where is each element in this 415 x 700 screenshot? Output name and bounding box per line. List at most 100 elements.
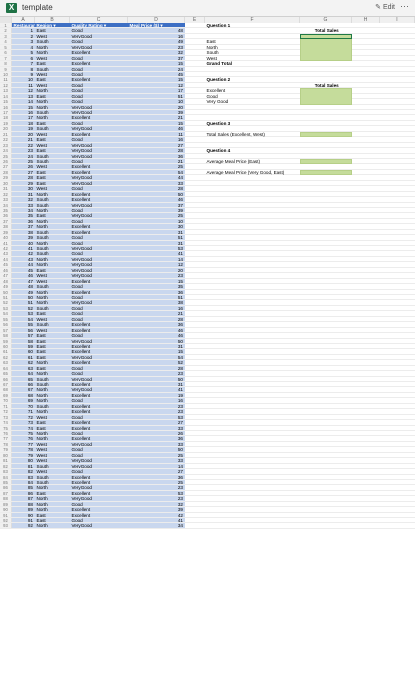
cell-restaurant[interactable]: 56 — [12, 327, 35, 333]
cell-region[interactable]: East — [35, 420, 70, 425]
cell-region[interactable]: East — [35, 28, 70, 33]
cell-restaurant[interactable]: 27 — [12, 169, 35, 175]
cell-meal-price[interactable]: 23 — [128, 485, 185, 490]
row-number[interactable]: 16 — [0, 104, 12, 110]
cell-quality-rating[interactable]: Good — [70, 333, 128, 338]
cell-meal-price[interactable]: 50 — [128, 191, 185, 197]
cell-quality-rating[interactable]: Excellent — [70, 50, 128, 55]
cell-restaurant[interactable]: 38 — [12, 229, 35, 235]
cell-restaurant[interactable]: 32 — [12, 197, 35, 202]
cell-restaurant[interactable]: 59 — [12, 343, 35, 349]
cell-quality-rating[interactable]: Good — [70, 305, 128, 311]
row-number[interactable]: 5 — [0, 44, 12, 50]
cell-quality-rating[interactable]: Excellent — [70, 349, 128, 354]
cell-region[interactable]: North — [35, 392, 70, 398]
cell-restaurant[interactable]: 8 — [12, 66, 35, 71]
cell-restaurant[interactable]: 39 — [12, 235, 35, 240]
cell-quality-rating[interactable]: Good — [70, 414, 128, 420]
cell-meal-price[interactable]: 38 — [128, 300, 185, 305]
cell-quality-rating[interactable]: Good — [70, 431, 128, 436]
cell-restaurant[interactable]: 66 — [12, 382, 35, 387]
cell-quality-rating[interactable]: VeryGood — [70, 523, 128, 528]
cell-meal-price[interactable]: 33 — [128, 458, 185, 463]
cell-meal-price[interactable]: 50 — [128, 447, 185, 452]
cell-restaurant[interactable]: 72 — [12, 414, 35, 420]
cell-meal-price[interactable]: 25 — [128, 164, 185, 169]
cell-quality-rating[interactable]: VeryGood — [70, 33, 128, 39]
question-2-label[interactable]: Very Good — [205, 99, 300, 104]
cell-meal-price[interactable]: 54 — [128, 169, 185, 175]
cell-quality-rating[interactable]: VeryGood — [70, 142, 128, 148]
cell-quality-rating[interactable]: VeryGood — [70, 180, 128, 186]
row-number[interactable]: 31 — [0, 186, 12, 191]
cell-quality-rating[interactable]: Excellent — [70, 169, 128, 175]
cell-restaurant[interactable]: 47 — [12, 278, 35, 284]
cell-quality-rating[interactable]: VeryGood — [70, 153, 128, 158]
cell-region[interactable]: North — [35, 256, 70, 262]
cell-region[interactable]: South — [35, 159, 70, 164]
row-number[interactable]: 85 — [0, 479, 12, 485]
row-number[interactable]: 56 — [0, 322, 12, 327]
cell-meal-price[interactable]: 33 — [128, 441, 185, 447]
cell-restaurant[interactable]: 55 — [12, 322, 35, 327]
more-dots-icon[interactable]: ··· — [400, 1, 409, 11]
cell-restaurant[interactable]: 42 — [12, 251, 35, 256]
cell-restaurant[interactable]: 49 — [12, 289, 35, 294]
cell-restaurant[interactable]: 65 — [12, 376, 35, 382]
cell-meal-price[interactable]: 12 — [128, 82, 185, 88]
cell-region[interactable]: North — [35, 262, 70, 267]
cell-restaurant[interactable]: 30 — [12, 186, 35, 191]
cell-meal-price[interactable]: 33 — [128, 180, 185, 186]
cell-restaurant[interactable]: 16 — [12, 110, 35, 115]
cell-quality-rating[interactable]: Excellent — [70, 382, 128, 387]
row-number[interactable]: 58 — [0, 333, 12, 338]
cell-region[interactable]: North — [35, 224, 70, 229]
cell-restaurant[interactable]: 11 — [12, 82, 35, 88]
cell-meal-price[interactable]: 27 — [128, 420, 185, 425]
cell-region[interactable]: West — [35, 458, 70, 463]
cell-restaurant[interactable]: 10 — [12, 77, 35, 82]
row-number[interactable]: 71 — [0, 403, 12, 409]
cell-region[interactable]: North — [35, 218, 70, 224]
cell-meal-price[interactable]: 41 — [128, 387, 185, 392]
cell-quality-rating[interactable]: Good — [70, 99, 128, 104]
cell-meal-price[interactable]: 14 — [128, 463, 185, 469]
cell-restaurant[interactable]: 62 — [12, 360, 35, 365]
cell-quality-rating[interactable]: Good — [70, 82, 128, 88]
row-number[interactable]: 72 — [0, 409, 12, 414]
cell-quality-rating[interactable]: Excellent — [70, 343, 128, 349]
table-header-quality-rating[interactable]: Quality Rating ▾ — [70, 23, 128, 28]
cell-restaurant[interactable]: 37 — [12, 224, 35, 229]
cell-quality-rating[interactable]: Good — [70, 295, 128, 300]
cell-quality-rating[interactable]: Good — [70, 365, 128, 371]
cell-region[interactable]: South — [35, 403, 70, 409]
cell-meal-price[interactable]: 36 — [128, 474, 185, 479]
table-header-restaurant[interactable]: Restaurant ▾ — [12, 23, 35, 28]
cell-region[interactable]: East — [35, 365, 70, 371]
cell-region[interactable]: South — [35, 229, 70, 235]
cell-meal-price[interactable]: 36 — [128, 153, 185, 158]
cell-region[interactable]: South — [35, 376, 70, 382]
cell-region[interactable]: North — [35, 104, 70, 110]
cell-region[interactable]: South — [35, 110, 70, 115]
row-number[interactable]: 48 — [0, 278, 12, 284]
row-number[interactable]: 55 — [0, 316, 12, 322]
cell-quality-rating[interactable]: VeryGood — [70, 126, 128, 131]
cell-restaurant[interactable]: 88 — [12, 501, 35, 507]
cell-quality-rating[interactable]: VeryGood — [70, 458, 128, 463]
cell-region[interactable]: East — [35, 518, 70, 523]
cell-quality-rating[interactable]: VeryGood — [70, 175, 128, 180]
row-number[interactable]: 38 — [0, 224, 12, 229]
row-number[interactable]: 23 — [0, 142, 12, 148]
cell-meal-price[interactable]: 39 — [128, 207, 185, 213]
row-number[interactable]: 73 — [0, 414, 12, 420]
cell-meal-price[interactable]: 23 — [128, 273, 185, 278]
cell-meal-price[interactable]: 36 — [128, 436, 185, 441]
row-number[interactable]: 51 — [0, 295, 12, 300]
cell-quality-rating[interactable]: Excellent — [70, 289, 128, 294]
cell-restaurant[interactable]: 85 — [12, 485, 35, 490]
cell-region[interactable]: East — [35, 169, 70, 175]
row-number[interactable]: 28 — [0, 169, 12, 175]
cell-region[interactable]: South — [35, 197, 70, 202]
cell-meal-price[interactable]: 44 — [128, 175, 185, 180]
